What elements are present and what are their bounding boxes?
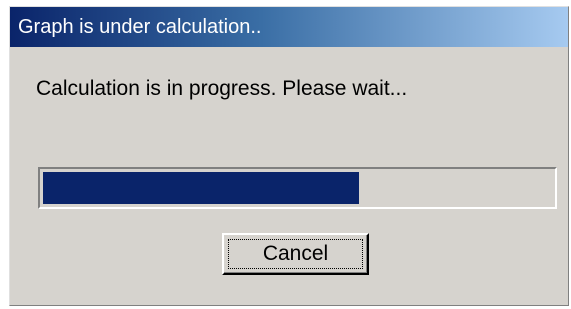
window-title: Graph is under calculation.. <box>18 15 262 38</box>
cancel-button[interactable]: Cancel <box>222 233 369 275</box>
progress-track <box>43 172 552 204</box>
title-bar[interactable]: Graph is under calculation.. <box>10 7 568 47</box>
status-message: Calculation is in progress. Please wait.… <box>36 77 408 100</box>
progress-dialog: Graph is under calculation.. Calculation… <box>9 6 569 306</box>
progress-fill <box>43 172 359 204</box>
progress-bar <box>38 167 557 209</box>
cancel-button-label: Cancel <box>228 239 363 269</box>
